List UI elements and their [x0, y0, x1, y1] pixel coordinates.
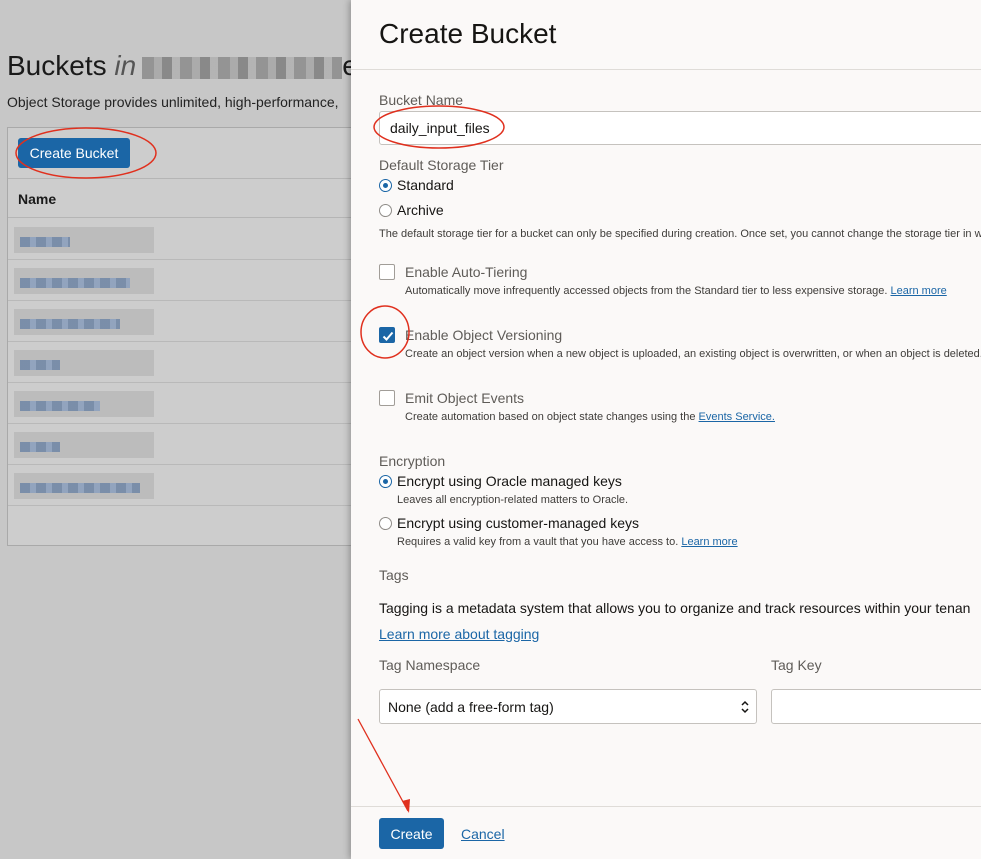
page-description: Object Storage provides unlimited, high-…: [7, 94, 339, 110]
table-row[interactable]: [8, 465, 366, 506]
page-title: Buckets in e: [7, 50, 358, 81]
object-versioning-help: Create an object version when a new obje…: [405, 348, 981, 360]
drawer-body: Bucket Name daily_input_files Default St…: [351, 70, 981, 806]
oracle-keys-help: Leaves all encryption-related matters to…: [397, 494, 629, 506]
column-name-header: Name: [18, 191, 57, 207]
drawer-title: Create Bucket: [379, 18, 557, 49]
auto-tiering-learn-more-link[interactable]: Learn more: [890, 285, 946, 297]
table-row[interactable]: [8, 342, 366, 383]
bucket-name-label: Bucket Name: [379, 92, 464, 108]
encryption-label: Encryption: [379, 453, 446, 469]
auto-tiering-label[interactable]: Enable Auto-Tiering: [405, 264, 527, 280]
storage-tier-help: The default storage tier for a bucket ca…: [379, 228, 981, 240]
select-arrows-icon: [741, 700, 749, 714]
emit-events-checkbox[interactable]: [379, 390, 395, 406]
drawer-footer: Create Cancel: [351, 806, 981, 859]
drawer-header: Create Bucket: [351, 0, 981, 70]
standard-radio[interactable]: [379, 179, 392, 192]
object-versioning-checkbox[interactable]: [379, 327, 395, 343]
emit-events-label[interactable]: Emit Object Events: [405, 390, 524, 406]
table-row[interactable]: [8, 301, 366, 342]
create-button[interactable]: Create: [379, 818, 444, 849]
storage-tier-label: Default Storage Tier: [379, 157, 504, 173]
tag-key-label: Tag Key: [771, 657, 822, 673]
table-header: Name: [8, 178, 366, 218]
cancel-link[interactable]: Cancel: [461, 826, 505, 842]
tag-namespace-select[interactable]: None (add a free-form tag): [379, 689, 757, 724]
tags-description: Tagging is a metadata system that allows…: [379, 600, 971, 616]
object-versioning-label[interactable]: Enable Object Versioning: [405, 327, 562, 343]
checkmark-icon: [382, 331, 394, 341]
tag-key-input[interactable]: [771, 689, 981, 724]
tag-namespace-label: Tag Namespace: [379, 657, 481, 673]
emit-events-help: Create automation based on object state …: [405, 411, 775, 423]
archive-radio[interactable]: [379, 204, 392, 217]
tags-label: Tags: [379, 567, 409, 583]
create-bucket-button[interactable]: Create Bucket: [18, 138, 130, 168]
archive-radio-label[interactable]: Archive: [397, 202, 444, 218]
table-row[interactable]: [8, 424, 366, 465]
bucket-name-input[interactable]: daily_input_files: [379, 111, 981, 145]
learn-more-tagging-link[interactable]: Learn more about tagging: [379, 626, 539, 642]
auto-tiering-checkbox[interactable]: [379, 264, 395, 280]
auto-tiering-help: Automatically move infrequently accessed…: [405, 285, 947, 297]
table-row[interactable]: [8, 260, 366, 301]
create-bucket-drawer: Create Bucket Bucket Name daily_input_fi…: [351, 0, 981, 859]
table-row[interactable]: [8, 219, 366, 260]
oracle-keys-radio[interactable]: [379, 475, 392, 488]
standard-radio-label[interactable]: Standard: [397, 177, 454, 193]
oracle-keys-label[interactable]: Encrypt using Oracle managed keys: [397, 473, 622, 489]
events-service-link[interactable]: Events Service.: [699, 411, 775, 423]
customer-keys-radio[interactable]: [379, 517, 392, 530]
table-row[interactable]: [8, 383, 366, 424]
customer-keys-learn-more-link[interactable]: Learn more: [681, 536, 737, 548]
customer-keys-help: Requires a valid key from a vault that y…: [397, 536, 738, 548]
redacted-compartment: [142, 56, 343, 79]
customer-keys-label[interactable]: Encrypt using customer-managed keys: [397, 515, 639, 531]
